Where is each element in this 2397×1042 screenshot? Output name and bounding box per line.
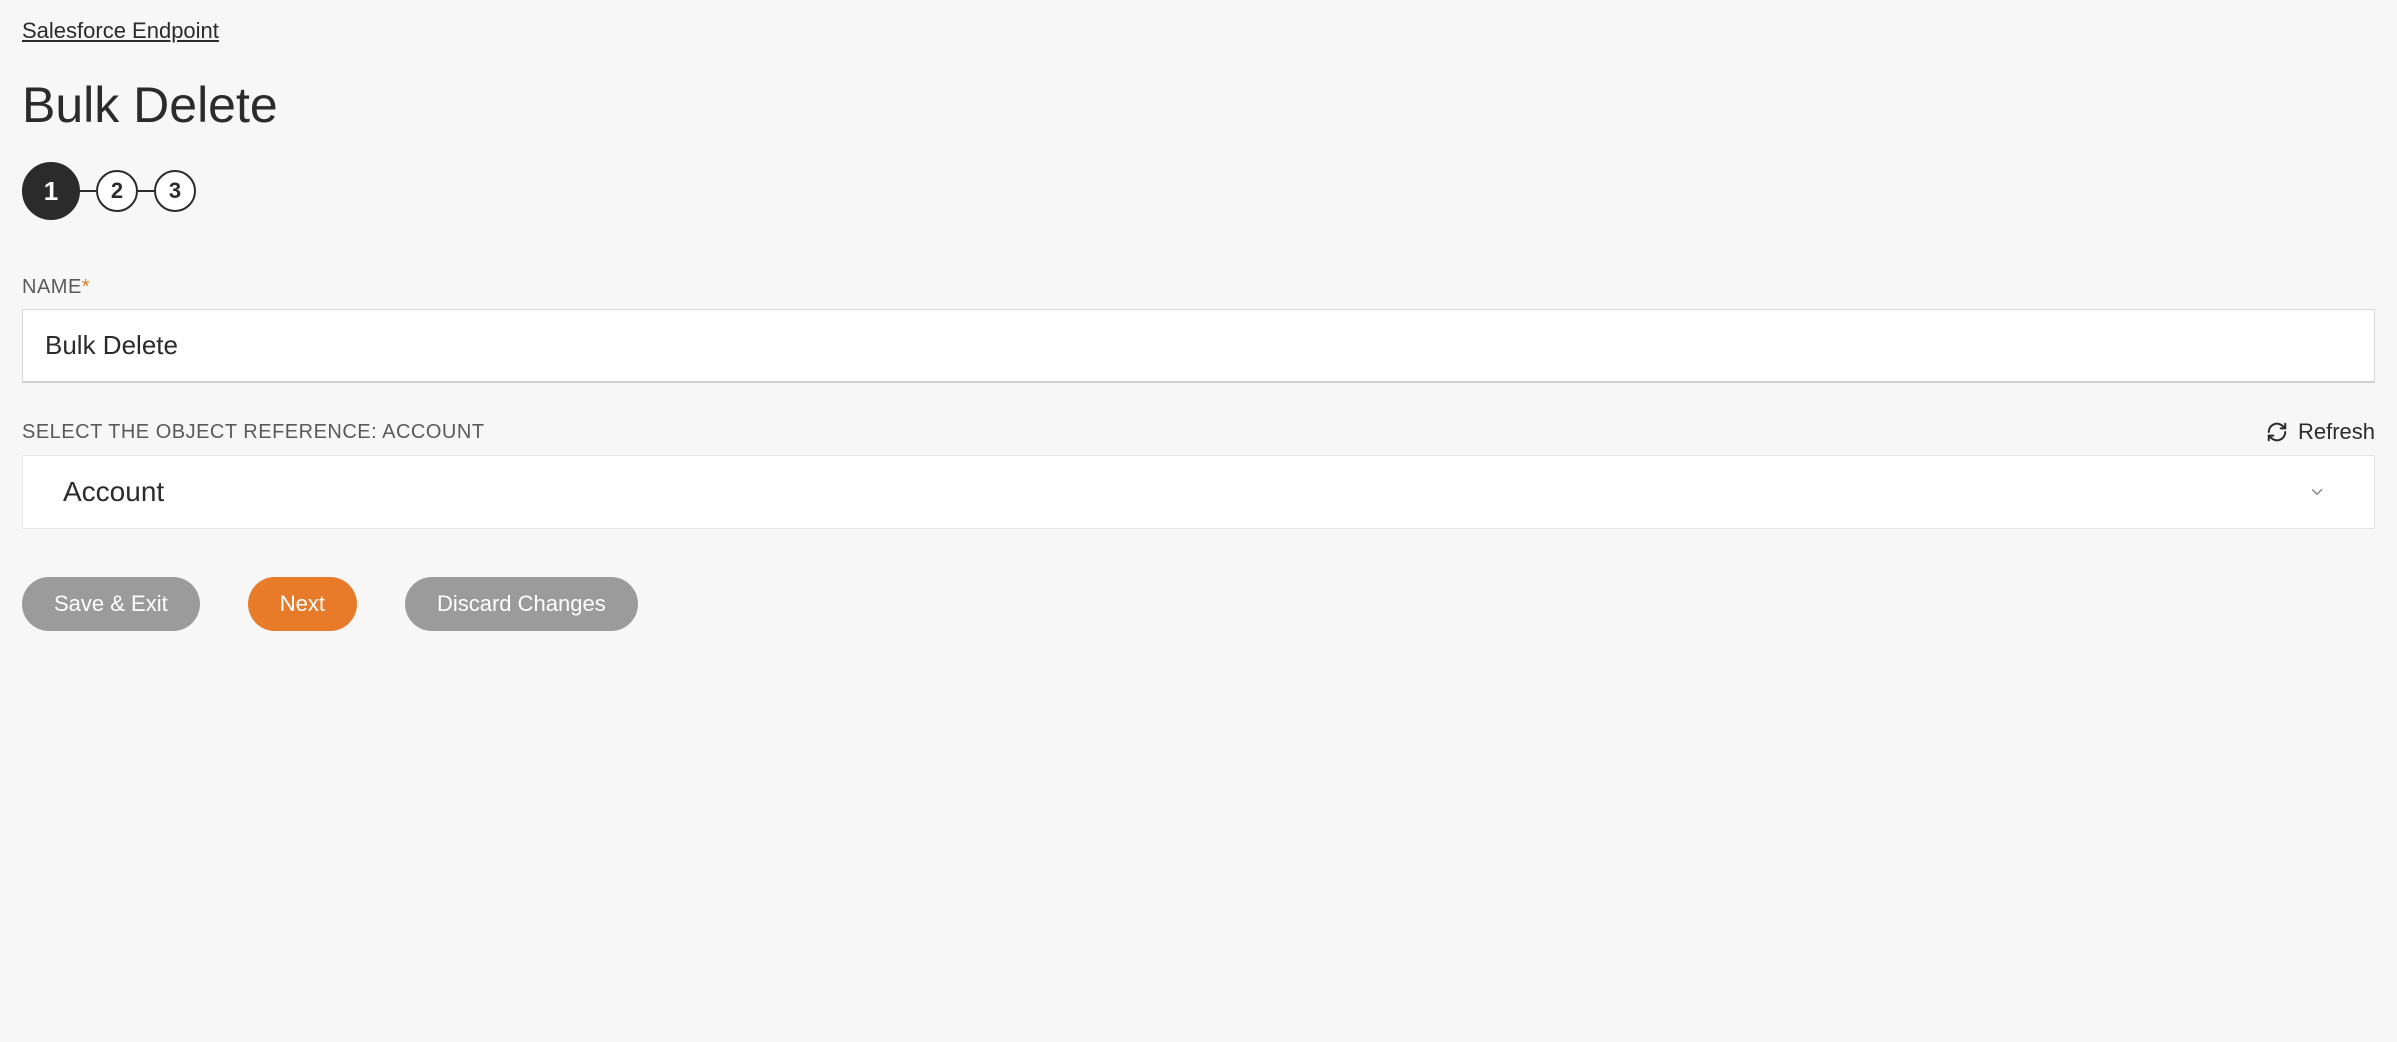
step-2[interactable]: 2 bbox=[96, 170, 138, 212]
step-3[interactable]: 3 bbox=[154, 170, 196, 212]
name-input[interactable] bbox=[22, 309, 2375, 383]
stepper: 1 2 3 bbox=[22, 162, 2375, 220]
refresh-button[interactable]: Refresh bbox=[2266, 419, 2375, 445]
object-reference-select[interactable]: Account bbox=[22, 455, 2375, 529]
page-container: Salesforce Endpoint Bulk Delete 1 2 3 NA… bbox=[0, 0, 2397, 671]
name-label: NAME* bbox=[22, 276, 90, 299]
required-indicator: * bbox=[82, 276, 90, 298]
name-label-row: NAME* bbox=[22, 276, 2375, 299]
object-ref-label: SELECT THE OBJECT REFERENCE: ACCOUNT bbox=[22, 421, 485, 444]
refresh-icon bbox=[2266, 421, 2288, 443]
name-label-text: NAME bbox=[22, 276, 82, 298]
refresh-label: Refresh bbox=[2298, 419, 2375, 445]
object-reference-value: Account bbox=[63, 476, 164, 508]
step-connector bbox=[80, 190, 96, 192]
button-row: Save & Exit Next Discard Changes bbox=[22, 577, 2375, 631]
object-ref-label-row: SELECT THE OBJECT REFERENCE: ACCOUNT Ref… bbox=[22, 419, 2375, 445]
next-button[interactable]: Next bbox=[248, 577, 357, 631]
breadcrumb-link[interactable]: Salesforce Endpoint bbox=[22, 18, 219, 44]
save-exit-button[interactable]: Save & Exit bbox=[22, 577, 200, 631]
chevron-down-icon bbox=[2308, 483, 2326, 501]
step-1[interactable]: 1 bbox=[22, 162, 80, 220]
discard-changes-button[interactable]: Discard Changes bbox=[405, 577, 638, 631]
page-title: Bulk Delete bbox=[22, 76, 2375, 134]
step-connector bbox=[138, 190, 154, 192]
